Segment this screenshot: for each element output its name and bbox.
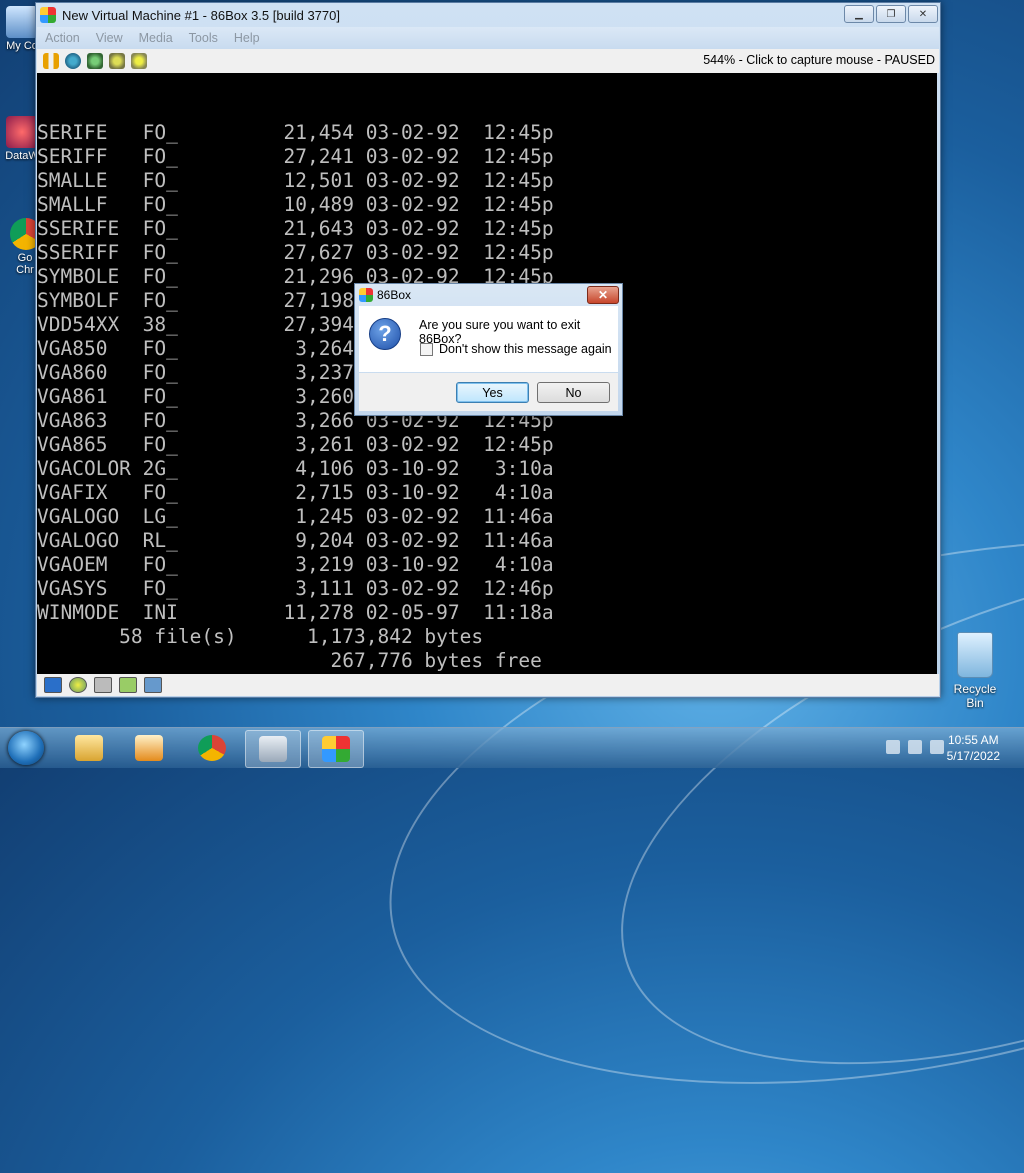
action-center-icon[interactable] xyxy=(886,740,900,754)
clock-date: 5/17/2022 xyxy=(946,749,1000,763)
window-title: New Virtual Machine #1 - 86Box 3.5 [buil… xyxy=(62,7,340,23)
clock-time: 10:55 AM xyxy=(947,733,999,747)
terminal-line: SMALLE FO_ 12,501 03-02-92 12:45p xyxy=(37,169,554,192)
question-icon: ? xyxy=(369,318,401,350)
hard-disk-icon[interactable] xyxy=(94,677,112,693)
restore-icon: ❐ xyxy=(886,8,896,20)
taskbar-explorer[interactable] xyxy=(62,730,116,766)
network-icon[interactable] xyxy=(119,677,137,693)
terminal-line: VGALOGO RL_ 9,204 03-02-92 11:46a xyxy=(37,529,554,552)
terminal-line: VGAFIX FO_ 2,715 03-10-92 4:10a xyxy=(37,481,554,504)
checkbox-box[interactable] xyxy=(420,342,433,356)
terminal-line: 58 file(s) 1,173,842 bytes xyxy=(37,625,484,648)
yes-button[interactable]: Yes xyxy=(456,382,529,403)
clock[interactable]: 10:55 AM 5/17/2022 xyxy=(947,732,1000,764)
status-bar xyxy=(37,674,939,696)
terminal-line: VGA865 FO_ 3,261 03-02-92 12:45p xyxy=(37,433,554,456)
minimize-button[interactable]: ▁ xyxy=(844,5,874,23)
terminal-line: SSERIFE FO_ 21,643 03-02-92 12:45p xyxy=(37,217,554,240)
terminal-line: WINMODE INI 11,278 02-05-97 11:18a xyxy=(37,601,554,624)
dataw-app-icon xyxy=(6,116,38,148)
menu-media[interactable]: Media xyxy=(131,31,181,45)
media-player-icon xyxy=(135,735,163,761)
exit-dialog: 86Box ✕ ? Are you sure you want to exit … xyxy=(354,283,623,416)
minimize-icon: ▁ xyxy=(855,8,863,20)
recycle-bin-label: Recycle Bin xyxy=(953,682,997,710)
taskbar-86box-manager[interactable] xyxy=(245,730,301,768)
taskbar: 10:55 AM 5/17/2022 xyxy=(0,727,1024,768)
checkbox-label[interactable]: Don't show this message again xyxy=(439,342,612,356)
menu-tools[interactable]: Tools xyxy=(181,31,226,45)
chrome-icon xyxy=(198,735,226,761)
taskbar-chrome[interactable] xyxy=(185,730,239,766)
dialog-body: ? Are you sure you want to exit 86Box? D… xyxy=(359,306,618,372)
toolbar: 544% - Click to capture mouse - PAUSED xyxy=(37,49,939,73)
start-button[interactable] xyxy=(8,731,44,765)
terminal-line: SERIFE FO_ 21,454 03-02-92 12:45p xyxy=(37,121,554,144)
menu-view[interactable]: View xyxy=(88,31,131,45)
menu-help[interactable]: Help xyxy=(226,31,268,45)
terminal-line: SMALLF FO_ 10,489 03-02-92 12:45p xyxy=(37,193,554,216)
terminal-line: SERIFF FO_ 27,241 03-02-92 12:45p xyxy=(37,145,554,168)
cdrom-drive-icon[interactable] xyxy=(69,677,87,693)
power-icon[interactable] xyxy=(131,53,147,69)
menu-bar: Action View Media Tools Help xyxy=(37,27,939,49)
desktop-icon-label: DataW xyxy=(5,150,39,162)
dialog-footer: Yes No xyxy=(359,373,618,411)
ctrl-alt-del-icon[interactable] xyxy=(65,53,81,69)
dont-show-checkbox[interactable]: Don't show this message again xyxy=(420,342,612,356)
computer-icon xyxy=(6,6,38,38)
menu-action[interactable]: Action xyxy=(37,31,88,45)
taskbar-86box-vm[interactable] xyxy=(308,730,364,768)
reset-icon[interactable] xyxy=(87,53,103,69)
86box-app-icon xyxy=(322,736,350,762)
86box-app-icon xyxy=(40,7,56,23)
close-icon: ✕ xyxy=(597,288,609,302)
terminal-line: VGALOGO LG_ 1,245 03-02-92 11:46a xyxy=(37,505,554,528)
floppy-drive-icon[interactable] xyxy=(44,677,62,693)
terminal-line: VGASYS FO_ 3,111 03-02-92 12:46p xyxy=(37,577,554,600)
settings-icon[interactable] xyxy=(109,53,125,69)
folder-icon xyxy=(75,735,103,761)
desktop-icon-recycle-bin[interactable]: Recycle Bin xyxy=(945,632,1005,710)
maximize-button[interactable]: ❐ xyxy=(876,5,906,23)
terminal-line: VGACOLOR 2G_ 4,106 03-10-92 3:10a xyxy=(37,457,554,480)
terminal-line: 267,776 bytes free xyxy=(37,649,542,672)
volume-icon[interactable] xyxy=(930,740,944,754)
close-icon: ✕ xyxy=(918,8,928,20)
taskbar-media-player[interactable] xyxy=(122,730,176,766)
sound-icon[interactable] xyxy=(144,677,162,693)
system-tray xyxy=(886,740,944,754)
terminal-line: VGAOEM FO_ 3,219 03-10-92 4:10a xyxy=(37,553,554,576)
pause-icon[interactable] xyxy=(43,53,59,69)
86box-manager-icon xyxy=(259,736,287,762)
dialog-titlebar[interactable]: 86Box xyxy=(355,284,622,306)
no-button[interactable]: No xyxy=(537,382,610,403)
86box-app-icon xyxy=(359,288,373,302)
status-message: 544% - Click to capture mouse - PAUSED xyxy=(703,53,935,67)
recycle-bin-icon xyxy=(957,632,993,678)
terminal-line: SSERIFF FO_ 27,627 03-02-92 12:45p xyxy=(37,241,554,264)
desktop-icon-label: My Co xyxy=(6,40,38,52)
network-icon[interactable] xyxy=(908,740,922,754)
dialog-title: 86Box xyxy=(377,288,412,302)
dialog-close-button[interactable]: ✕ xyxy=(587,286,619,304)
window-titlebar[interactable]: New Virtual Machine #1 - 86Box 3.5 [buil… xyxy=(36,3,940,27)
close-button[interactable]: ✕ xyxy=(908,5,938,23)
